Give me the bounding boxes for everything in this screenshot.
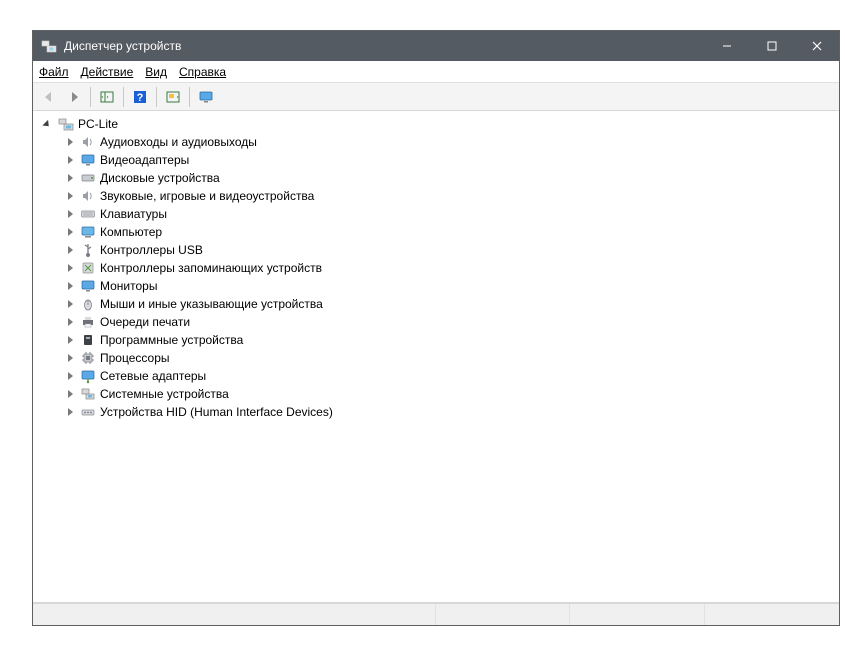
chevron-right-icon[interactable]	[63, 261, 77, 275]
chevron-right-icon[interactable]	[63, 369, 77, 383]
minimize-button[interactable]	[704, 31, 749, 61]
device-manager-window: Диспетчер устройств Файл Действие Вид Сп…	[32, 30, 840, 626]
mouse-icon	[80, 296, 96, 312]
tree-item-label: Контроллеры USB	[100, 241, 203, 259]
device-tree: PC-Lite Аудиовходы и аудиовыходыВидеоада…	[35, 115, 837, 421]
tree-item-label: Сетевые адаптеры	[100, 367, 206, 385]
tree-item[interactable]: Очереди печати	[35, 313, 837, 331]
close-button[interactable]	[794, 31, 839, 61]
tree-item[interactable]: Процессоры	[35, 349, 837, 367]
chevron-right-icon[interactable]	[63, 243, 77, 257]
printer-icon	[80, 314, 96, 330]
keyboard-icon	[80, 206, 96, 222]
window-controls	[704, 31, 839, 61]
chevron-right-icon[interactable]	[63, 351, 77, 365]
chevron-right-icon[interactable]	[63, 189, 77, 203]
tree-item-label: Контроллеры запоминающих устройств	[100, 259, 322, 277]
storage-icon	[80, 260, 96, 276]
chevron-down-icon[interactable]	[41, 117, 55, 131]
display-icon	[80, 152, 96, 168]
computer-icon	[58, 116, 74, 132]
titlebar: Диспетчер устройств	[33, 31, 839, 61]
toolbar-separator	[156, 87, 157, 107]
tree-item-label: Очереди печати	[100, 313, 190, 331]
chevron-right-icon[interactable]	[63, 315, 77, 329]
tree-item-label: Клавиатуры	[100, 205, 167, 223]
chevron-right-icon[interactable]	[63, 153, 77, 167]
tree-item[interactable]: Звуковые, игровые и видеоустройства	[35, 187, 837, 205]
hid-icon	[80, 404, 96, 420]
scan-hardware-button[interactable]	[161, 85, 185, 109]
tree-item[interactable]: Контроллеры запоминающих устройств	[35, 259, 837, 277]
menu-file[interactable]: Файл	[39, 65, 69, 79]
monitor-icon	[80, 278, 96, 294]
monitor-button[interactable]	[194, 85, 218, 109]
chevron-right-icon[interactable]	[63, 279, 77, 293]
network-icon	[80, 368, 96, 384]
tree-item[interactable]: Системные устройства	[35, 385, 837, 403]
app-icon	[41, 38, 57, 54]
toolbar: ?	[33, 83, 839, 111]
maximize-button[interactable]	[749, 31, 794, 61]
tree-item-label: Аудиовходы и аудиовыходы	[100, 133, 257, 151]
tree-item[interactable]: Аудиовходы и аудиовыходы	[35, 133, 837, 151]
tree-item[interactable]: Мониторы	[35, 277, 837, 295]
tree-item-label: Системные устройства	[100, 385, 229, 403]
tree-item-label: Устройства HID (Human Interface Devices)	[100, 403, 333, 421]
tree-root-label: PC-Lite	[78, 115, 118, 133]
tree-item[interactable]: Клавиатуры	[35, 205, 837, 223]
show-hide-tree-button[interactable]	[95, 85, 119, 109]
chevron-right-icon[interactable]	[63, 171, 77, 185]
window-title: Диспетчер устройств	[64, 39, 704, 53]
tree-item[interactable]: Программные устройства	[35, 331, 837, 349]
tree-item-label: Звуковые, игровые и видеоустройства	[100, 187, 314, 205]
menu-view[interactable]: Вид	[145, 65, 167, 79]
system-icon	[80, 386, 96, 402]
usb-icon	[80, 242, 96, 258]
tree-item-label: Дисковые устройства	[100, 169, 220, 187]
cpu-icon	[80, 350, 96, 366]
tree-item[interactable]: Видеоадаптеры	[35, 151, 837, 169]
tree-item[interactable]: Дисковые устройства	[35, 169, 837, 187]
back-button[interactable]	[37, 85, 61, 109]
tree-item[interactable]: Мыши и иные указывающие устройства	[35, 295, 837, 313]
chevron-right-icon[interactable]	[63, 333, 77, 347]
menubar: Файл Действие Вид Справка	[33, 61, 839, 83]
audio-icon	[80, 134, 96, 150]
chevron-right-icon[interactable]	[63, 297, 77, 311]
computer-icon	[80, 224, 96, 240]
menu-action[interactable]: Действие	[81, 65, 134, 79]
tree-item-label: Программные устройства	[100, 331, 243, 349]
chevron-right-icon[interactable]	[63, 207, 77, 221]
chevron-right-icon[interactable]	[63, 387, 77, 401]
disk-icon	[80, 170, 96, 186]
tree-item[interactable]: Контроллеры USB	[35, 241, 837, 259]
svg-text:?: ?	[137, 92, 144, 104]
menu-help[interactable]: Справка	[179, 65, 226, 79]
tree-item[interactable]: Сетевые адаптеры	[35, 367, 837, 385]
chevron-right-icon[interactable]	[63, 225, 77, 239]
tree-item[interactable]: Устройства HID (Human Interface Devices)	[35, 403, 837, 421]
sound-icon	[80, 188, 96, 204]
statusbar	[33, 603, 839, 625]
toolbar-separator	[90, 87, 91, 107]
tree-item[interactable]: Компьютер	[35, 223, 837, 241]
tree-content[interactable]: PC-Lite Аудиовходы и аудиовыходыВидеоада…	[33, 111, 839, 603]
software-icon	[80, 332, 96, 348]
toolbar-separator	[189, 87, 190, 107]
tree-item-label: Процессоры	[100, 349, 170, 367]
tree-root[interactable]: PC-Lite	[35, 115, 837, 133]
tree-item-label: Мониторы	[100, 277, 157, 295]
forward-button[interactable]	[62, 85, 86, 109]
help-button[interactable]: ?	[128, 85, 152, 109]
tree-item-label: Мыши и иные указывающие устройства	[100, 295, 323, 313]
chevron-right-icon[interactable]	[63, 135, 77, 149]
chevron-right-icon[interactable]	[63, 405, 77, 419]
tree-item-label: Компьютер	[100, 223, 162, 241]
tree-item-label: Видеоадаптеры	[100, 151, 189, 169]
toolbar-separator	[123, 87, 124, 107]
